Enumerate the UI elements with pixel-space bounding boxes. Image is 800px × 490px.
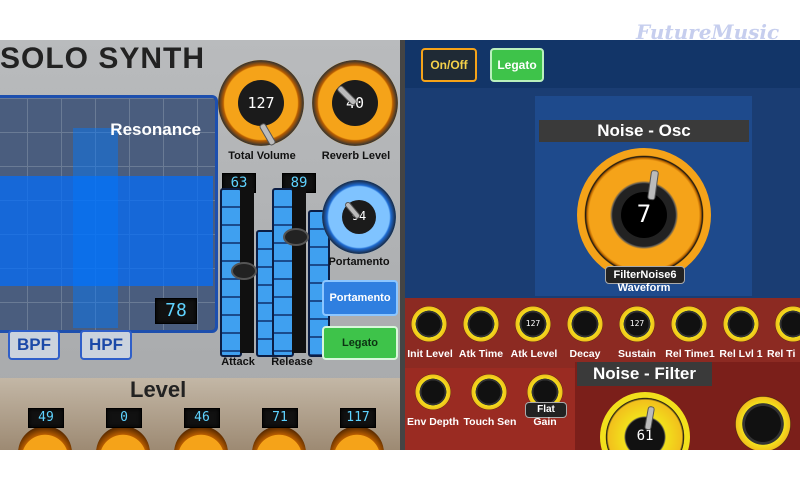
total-volume-pointer xyxy=(258,122,277,147)
xy-filter-pad[interactable]: Resonance 78 xyxy=(0,95,218,333)
synth-screenshot: SOLO SYNTH Resonance 78 BPF HPF 127 Tota… xyxy=(0,40,800,450)
rel-time1-knob[interactable] xyxy=(671,306,707,342)
sustain-label: Sustain xyxy=(618,348,656,360)
atk-level-value: 127 xyxy=(525,319,541,328)
attack-label: Attack xyxy=(221,356,255,368)
atk-time-knob[interactable] xyxy=(463,306,499,342)
attack-handle[interactable] xyxy=(231,262,257,280)
waveform-knob[interactable]: 7 xyxy=(577,148,711,282)
portamento-button[interactable]: Portamento xyxy=(322,280,398,316)
atk-time-label: Atk Time xyxy=(458,348,504,360)
rel-lvl1-knob[interactable] xyxy=(723,306,759,342)
portamento-knob[interactable]: 94 xyxy=(322,180,396,254)
sustain-value: 127 xyxy=(629,319,645,328)
portamento-label: Portamento xyxy=(328,256,390,268)
touch-sen-label: Touch Sen xyxy=(463,416,517,428)
init-level-knob[interactable] xyxy=(411,306,447,342)
reverb-level-knob[interactable]: 40 xyxy=(312,60,398,146)
rel-time2-label: Rel Ti xyxy=(767,348,796,360)
watermark-text: FutureMusic xyxy=(636,20,780,44)
total-volume-label: Total Volume xyxy=(228,150,296,162)
release-track xyxy=(292,188,306,353)
total-volume-value: 127 xyxy=(247,94,275,112)
reverb-level-label: Reverb Level xyxy=(321,150,391,162)
level-value-5: 117 xyxy=(340,408,376,428)
atk-level-label: Atk Level xyxy=(510,348,558,360)
env-depth-knob[interactable] xyxy=(415,374,451,410)
release-label: Release xyxy=(271,356,313,368)
init-level-label: Init Level xyxy=(407,348,453,360)
sound-editor-panel: On/Off Legato Noise - Osc 7 FilterNoise6… xyxy=(405,40,800,450)
onoff-button[interactable]: On/Off xyxy=(421,48,477,82)
total-volume-knob[interactable]: 127 xyxy=(218,60,304,147)
level-value-2: 0 xyxy=(106,408,142,428)
legato-button-left[interactable]: Legato xyxy=(322,326,398,360)
rel-lvl1-label: Rel Lvl 1 xyxy=(719,348,763,360)
solo-synth-panel: SOLO SYNTH Resonance 78 BPF HPF 127 Tota… xyxy=(0,40,405,450)
noise-filter-value: 61 xyxy=(636,428,654,444)
noise-filter-pointer xyxy=(644,405,656,431)
release-slider[interactable] xyxy=(272,188,294,357)
decay-label: Decay xyxy=(569,348,601,360)
decay-knob[interactable] xyxy=(567,306,603,342)
noise-osc-title: Noise - Osc xyxy=(539,120,749,142)
noise-filter-knob-2[interactable] xyxy=(735,396,791,450)
resonance-value: 78 xyxy=(155,298,197,324)
env-depth-label: Env Depth xyxy=(407,416,459,428)
level-value-3: 46 xyxy=(184,408,220,428)
level-title: Level xyxy=(130,377,187,402)
release-handle[interactable] xyxy=(283,228,309,246)
waveform-label: Waveform xyxy=(617,282,671,294)
page-title: SOLO SYNTH xyxy=(0,42,206,75)
pad-glow-vertical xyxy=(73,128,118,328)
resonance-label: Resonance xyxy=(110,120,201,139)
noise-filter-title: Noise - Filter xyxy=(577,362,712,386)
level-value-4: 71 xyxy=(262,408,298,428)
rel-time1-label: Rel Time1 xyxy=(665,348,715,360)
hpf-button[interactable]: HPF xyxy=(80,330,132,360)
gain-label: Gain xyxy=(533,416,557,428)
legato-button-right[interactable]: Legato xyxy=(490,48,544,82)
touch-sen-knob[interactable] xyxy=(471,374,507,410)
waveform-value: 7 xyxy=(636,200,652,228)
bpf-button[interactable]: BPF xyxy=(8,330,60,360)
level-value-1: 49 xyxy=(28,408,64,428)
